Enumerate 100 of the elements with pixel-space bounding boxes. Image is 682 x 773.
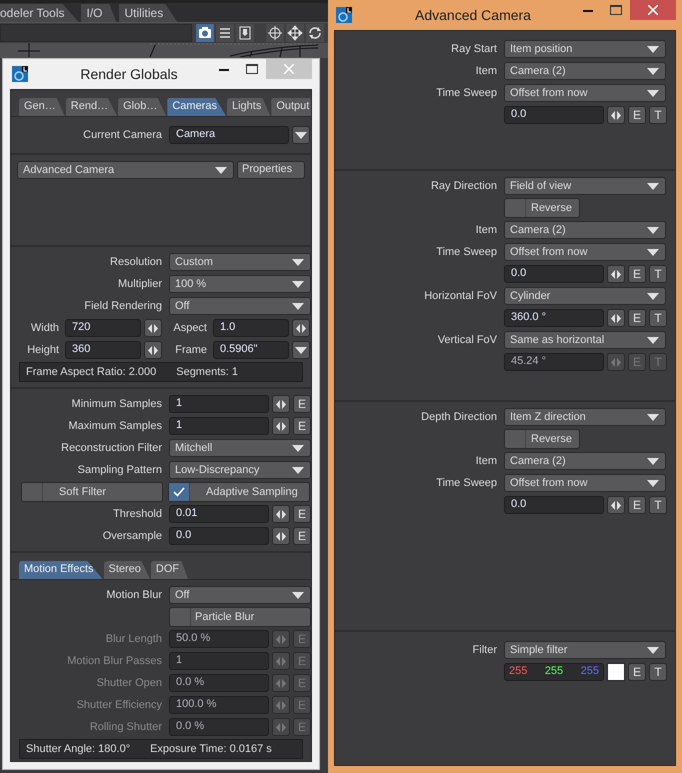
field-label: Oversample — [102, 530, 162, 542]
checkbox[interactable]: Reverse — [504, 429, 580, 449]
dropdown[interactable]: Offset from now — [504, 84, 666, 102]
dropdown-button[interactable] — [292, 126, 310, 144]
number-field[interactable]: 0.0 — [169, 527, 269, 545]
dropdown[interactable]: 100 % — [169, 275, 311, 293]
spinner-button[interactable] — [272, 395, 290, 413]
left-right-arrows-icon — [611, 500, 621, 510]
number-field[interactable]: 1 — [169, 417, 269, 435]
color-swatch[interactable] — [607, 663, 625, 681]
field-label: Vertical FoV — [438, 334, 497, 346]
envelope-button[interactable]: E — [293, 505, 311, 523]
tab[interactable]: I/O — [80, 4, 117, 22]
toolbar-button[interactable] — [216, 24, 234, 42]
spinner-button[interactable] — [292, 319, 310, 337]
dropdown[interactable]: Offset from now — [504, 243, 666, 261]
dropdown[interactable]: Custom — [169, 253, 311, 271]
tab[interactable]: odeler Tools — [0, 4, 78, 22]
number-field[interactable]: 360 — [65, 341, 141, 359]
spinner-button[interactable] — [272, 527, 290, 545]
app-icon — [12, 66, 28, 82]
close-icon — [648, 5, 658, 15]
dropdown[interactable]: Mitchell — [169, 439, 311, 457]
left-right-arrows-icon — [276, 678, 286, 688]
caret-icon — [292, 280, 304, 288]
number-field[interactable]: 0.01 — [169, 505, 269, 523]
dropdown[interactable]: Cylinder — [504, 287, 666, 305]
tab[interactable]: Output — [271, 98, 311, 116]
toolbar-button[interactable] — [196, 24, 214, 42]
spinner-button[interactable] — [607, 106, 625, 124]
dropdown[interactable]: Same as horizontal — [504, 331, 666, 349]
color-field[interactable]: 255 255 255 — [504, 663, 604, 681]
envelope-button[interactable]: E — [293, 395, 311, 413]
dropdown[interactable]: Camera (2) — [504, 221, 666, 239]
envelope-button[interactable]: T — [649, 265, 667, 283]
number-field[interactable]: 0.5906" — [213, 341, 289, 359]
spinner-button[interactable] — [607, 309, 625, 327]
spinner-button[interactable] — [144, 341, 162, 359]
toolbar-button[interactable] — [266, 24, 284, 42]
tab[interactable]: Cameras — [167, 98, 226, 116]
toolbar-button[interactable] — [236, 24, 254, 42]
toolbar-button[interactable] — [286, 24, 304, 42]
dropdown[interactable]: Simple filter — [504, 641, 666, 659]
number-field[interactable]: 0.0 — [504, 265, 604, 283]
crosshair-icon — [266, 24, 284, 42]
checkbox[interactable]: Particle Blur — [169, 607, 311, 627]
dropdown[interactable]: Camera (2) — [504, 452, 666, 470]
envelope-button[interactable]: E — [628, 265, 646, 283]
number-field[interactable]: 1.0 — [213, 319, 289, 337]
dropdown[interactable]: Item Z direction — [504, 408, 666, 426]
dropdown[interactable]: Offset from now — [504, 474, 666, 492]
number-field[interactable]: 0.0 — [504, 106, 604, 124]
envelope-button[interactable]: E — [628, 496, 646, 514]
envelope-button[interactable]: T — [649, 309, 667, 327]
dropdown[interactable]: Low-Discrepancy — [169, 461, 311, 479]
number-field[interactable]: 720 — [65, 319, 141, 337]
tab[interactable]: Lights — [226, 98, 270, 116]
envelope-button[interactable]: E — [293, 417, 311, 435]
info-text: Shutter Angle: 180.0° — [26, 743, 130, 755]
tab[interactable]: Stereo — [104, 561, 150, 579]
checkbox[interactable]: Reverse — [504, 198, 580, 218]
tab[interactable]: Rend… — [66, 98, 118, 116]
dropdown[interactable]: Advanced Camera — [17, 161, 234, 179]
tab[interactable]: Gen… — [19, 98, 65, 116]
dropdown[interactable]: Off — [169, 586, 311, 604]
spinner-button[interactable] — [272, 505, 290, 523]
window-title: Render Globals — [79, 66, 179, 82]
tab[interactable]: Utilities — [118, 4, 178, 22]
envelope-button[interactable]: E — [628, 309, 646, 327]
envelope-button[interactable]: E — [628, 663, 646, 681]
field-label: Time Sweep — [436, 246, 497, 258]
spinner-button[interactable] — [607, 496, 625, 514]
dropdown-field[interactable]: Camera — [169, 126, 289, 144]
number-field[interactable]: 1 — [169, 395, 269, 413]
spinner-button[interactable] — [272, 417, 290, 435]
field-label: Frame — [174, 344, 208, 356]
envelope-button[interactable]: T — [649, 663, 667, 681]
dropdown[interactable]: Field of view — [504, 177, 666, 195]
number-field[interactable]: 0.0 — [504, 496, 604, 514]
field-label: Multiplier — [118, 278, 162, 290]
envelope-button[interactable]: T — [649, 106, 667, 124]
spinner-button[interactable] — [144, 319, 162, 337]
envelope-button[interactable]: E — [293, 527, 311, 545]
envelope-button[interactable]: E — [628, 106, 646, 124]
number-field[interactable]: 360.0 ° — [504, 309, 604, 327]
dropdown[interactable]: Camera (2) — [504, 62, 666, 80]
close-button[interactable] — [630, 0, 676, 20]
dropdown[interactable]: Off — [169, 297, 311, 315]
toolbar-button[interactable] — [306, 24, 324, 42]
envelope-button[interactable]: T — [649, 496, 667, 514]
dropdown[interactable]: Item position — [504, 40, 666, 58]
spinner-button[interactable] — [607, 265, 625, 283]
tab[interactable]: Glob… — [118, 98, 166, 116]
checkbox[interactable]: Adaptive Sampling — [168, 482, 310, 502]
properties-button[interactable]: Properties — [237, 161, 305, 179]
tab[interactable]: Motion Effects — [19, 561, 102, 579]
dropdown-button[interactable] — [292, 341, 310, 359]
checkbox[interactable]: Soft Filter — [21, 482, 163, 502]
caret-icon — [292, 466, 304, 474]
tab[interactable]: DOF — [150, 561, 188, 579]
